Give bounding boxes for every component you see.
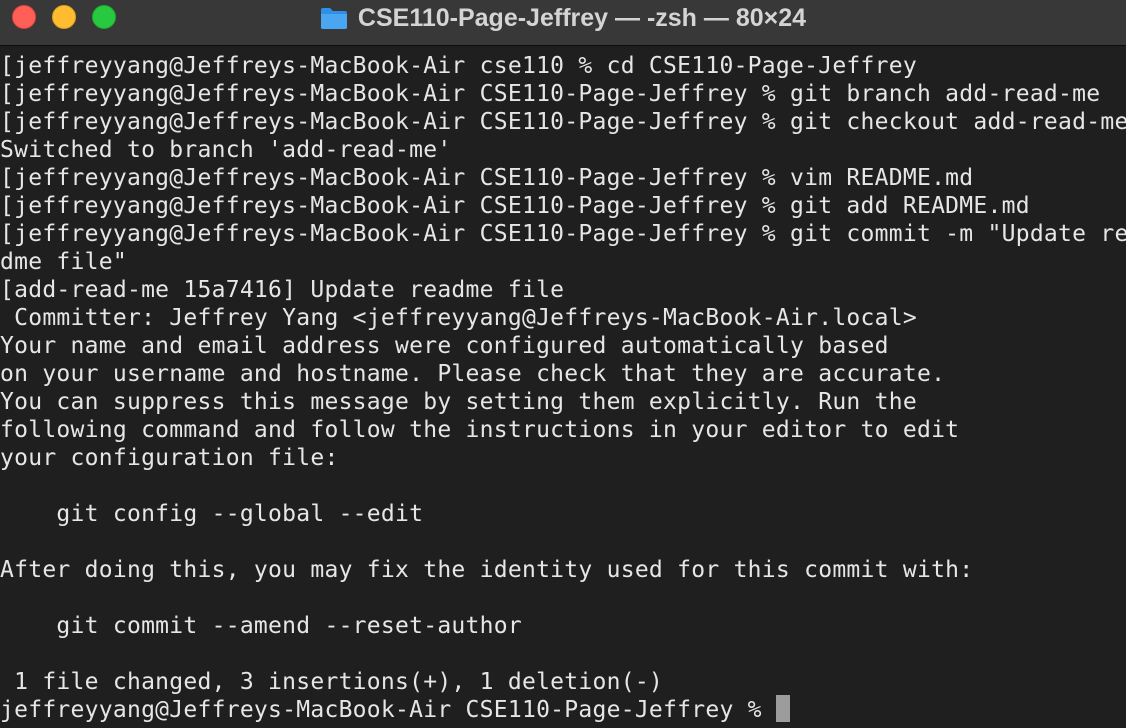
terminal-window: CSE110-Page-Jeffrey — -zsh — 80×24 [jeff… (0, 0, 1126, 728)
text-cursor (776, 695, 790, 722)
terminal-line: [jeffreyyang@Jeffreys-MacBook-Air CSE110… (0, 109, 1126, 135)
terminal-line: You can suppress this message by setting… (0, 389, 917, 415)
window-title: CSE110-Page-Jeffrey — -zsh — 80×24 (357, 3, 807, 32)
terminal-line: [jeffreyyang@Jeffreys-MacBook-Air CSE110… (0, 81, 1101, 107)
terminal-line: Committer: Jeffrey Yang <jeffreyyang@Jef… (0, 305, 917, 331)
terminal-line: [jeffreyyang@Jeffreys-MacBook-Air CSE110… (0, 221, 1126, 247)
title-bar[interactable]: CSE110-Page-Jeffrey — -zsh — 80×24 (0, 0, 1126, 46)
terminal-line: After doing this, you may fix the identi… (0, 557, 974, 583)
terminal-prompt-line: jeffreyyang@Jeffreys-MacBook-Air CSE110-… (0, 697, 776, 723)
terminal-line: dme file" (0, 249, 127, 275)
terminal-line: your configuration file: (0, 445, 339, 471)
terminal-line: Switched to branch 'add-read-me' (0, 137, 452, 163)
terminal-line: git config --global --edit (0, 501, 424, 527)
terminal-line: git commit --amend --reset-author (0, 613, 522, 639)
terminal-line: on your username and hostname. Please ch… (0, 361, 946, 387)
terminal-line: following command and follow the instruc… (0, 417, 960, 443)
terminal-line: Your name and email address were configu… (0, 333, 889, 359)
folder-icon (320, 6, 348, 30)
terminal-line: [jeffreyyang@Jeffreys-MacBook-Air CSE110… (0, 165, 974, 191)
terminal-output[interactable]: [jeffreyyang@Jeffreys-MacBook-Air cse110… (0, 50, 1126, 728)
terminal-line: 1 file changed, 3 insertions(+), 1 delet… (0, 669, 664, 695)
terminal-line: [jeffreyyang@Jeffreys-MacBook-Air cse110… (0, 53, 917, 79)
terminal-line: [add-read-me 15a7416] Update readme file (0, 277, 565, 303)
window-title-group: CSE110-Page-Jeffrey — -zsh — 80×24 (0, 0, 1126, 36)
terminal-line: [jeffreyyang@Jeffreys-MacBook-Air CSE110… (0, 193, 1030, 219)
